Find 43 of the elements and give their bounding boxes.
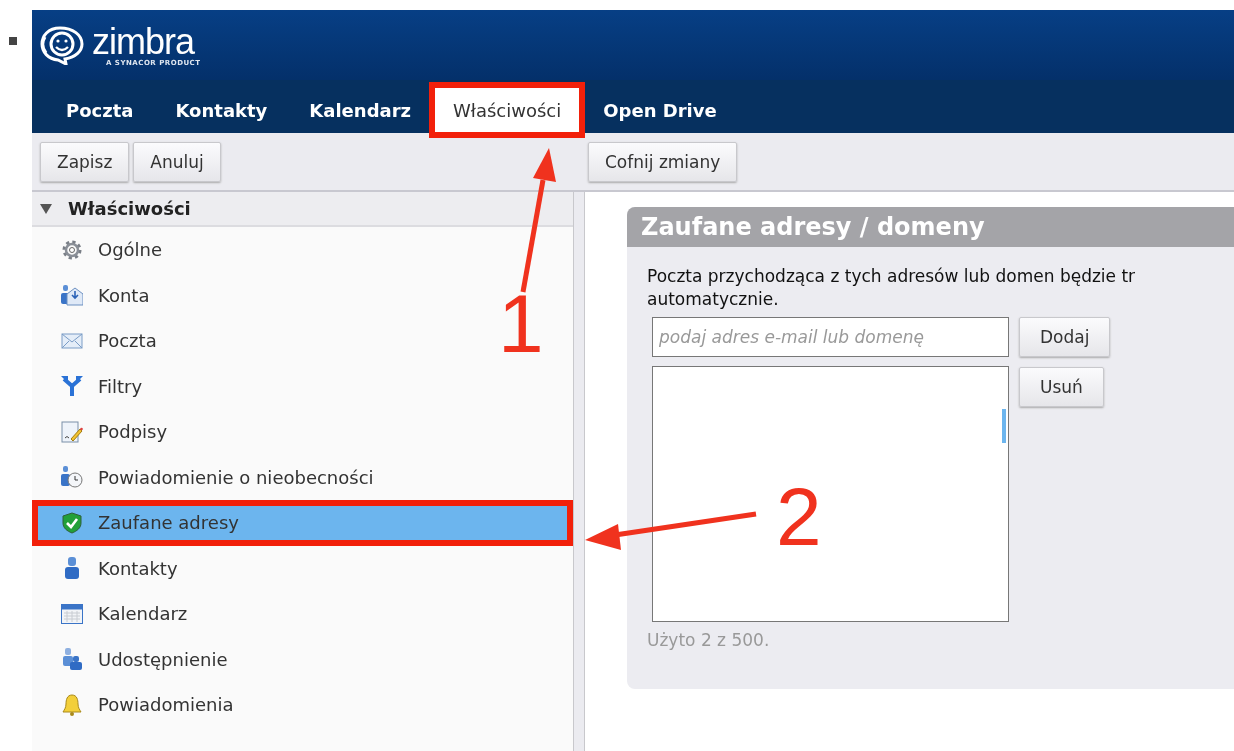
usage-text: Użyto 2 z 500. — [647, 630, 771, 650]
list-bullet — [9, 37, 17, 45]
gear-icon — [61, 238, 83, 261]
sidebar-item[interactable]: Powiadomienia — [32, 682, 242, 728]
annotation-number: 1 — [498, 278, 544, 369]
sidebar-item[interactable]: Zaufane adresy — [32, 500, 573, 546]
bell-icon — [62, 693, 82, 716]
sidebar-item[interactable]: Filtry — [32, 363, 151, 409]
sidebar-item[interactable]: Udostępnienie — [32, 636, 236, 682]
sidebar-title: Właściwości — [68, 198, 191, 219]
toolbar-button[interactable]: Zapisz — [40, 141, 130, 182]
add-button[interactable]: Dodaj — [1019, 317, 1111, 357]
app-tab[interactable]: Open Drive — [585, 88, 735, 132]
calendar-icon — [61, 603, 83, 624]
app-tab[interactable]: Poczta — [48, 88, 152, 132]
people-icon — [61, 648, 83, 671]
logo-name: zimbra — [92, 23, 195, 60]
address-list[interactable] — [652, 366, 1009, 622]
address-input-field[interactable]: podaj adres e-mail lub domenę — [652, 317, 1009, 357]
sidebar-item[interactable]: Konta — [32, 272, 158, 318]
person-clock-icon — [61, 466, 83, 489]
person-envelope-icon — [61, 284, 83, 307]
person-icon — [63, 557, 81, 580]
remove-button[interactable]: Usuń — [1019, 367, 1104, 407]
section-title: Zaufane adresy / domeny — [627, 207, 1234, 247]
collapse-triangle-icon[interactable] — [40, 202, 52, 215]
sidebar-item[interactable]: Podpisy — [32, 409, 176, 455]
envelope-icon — [61, 332, 83, 349]
toolbar-button[interactable]: Cofnij zmiany — [588, 141, 738, 182]
scrollbar-thumb[interactable] — [1002, 409, 1006, 443]
sidebar-item[interactable]: Poczta — [32, 318, 165, 364]
toolbar-button[interactable]: Anuluj — [133, 141, 221, 182]
sidebar-item[interactable]: Kalendarz — [32, 591, 196, 637]
shield-check-icon — [62, 511, 82, 534]
app-tab[interactable]: Kontakty — [157, 88, 286, 132]
annotation-number: 2 — [776, 471, 822, 562]
document-pencil-icon — [61, 420, 83, 443]
sidebar-item[interactable]: Kontakty — [32, 545, 186, 591]
app-tab[interactable]: Kalendarz — [291, 88, 429, 132]
fork-arrow-icon — [61, 375, 83, 398]
sidebar-item[interactable]: Ogólne — [32, 227, 171, 273]
sidebar-item[interactable]: Powiadomienie o nieobecności — [32, 454, 382, 500]
description-text: Poczta przychodząca z tych adresów lub domen będzie tr automatycznie. — [647, 265, 1137, 311]
